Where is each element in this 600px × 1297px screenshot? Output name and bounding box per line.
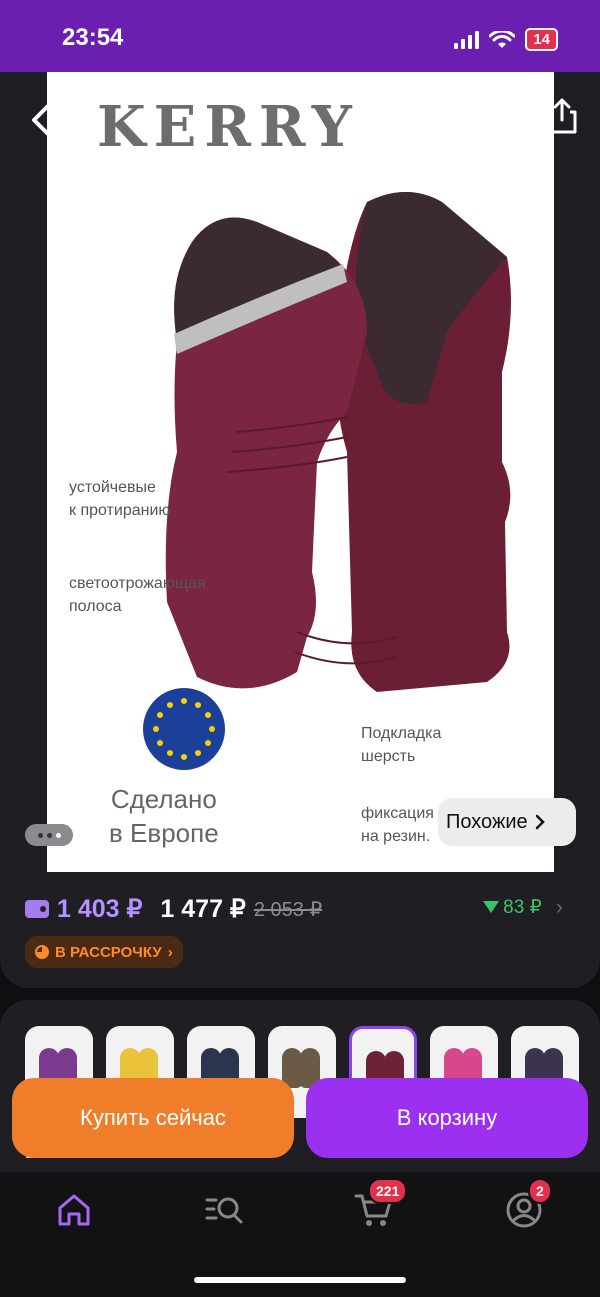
image-pagination-dots[interactable] bbox=[25, 824, 73, 846]
catalog-search-icon[interactable] bbox=[202, 1188, 246, 1232]
cart-nav[interactable]: 221 bbox=[352, 1178, 408, 1232]
profile-nav[interactable]: 2 bbox=[502, 1178, 552, 1232]
status-icons: 14 bbox=[454, 28, 558, 51]
old-price: 2 053 ₽ bbox=[253, 898, 323, 921]
wallet-icon bbox=[25, 900, 49, 918]
cart-badge: 221 bbox=[368, 1178, 408, 1204]
status-time: 23:54 bbox=[62, 24, 124, 51]
favorite-heart-icon[interactable] bbox=[466, 100, 504, 136]
home-indicator bbox=[194, 1277, 406, 1283]
share-icon[interactable] bbox=[544, 96, 580, 136]
wifi-icon bbox=[489, 30, 516, 48]
installment-label: В РАССРОЧКУ bbox=[55, 943, 162, 961]
cellular-signal-icon bbox=[454, 30, 480, 49]
profile-badge: 2 bbox=[528, 1178, 552, 1204]
made-in-europe-text: Сделано в Европе bbox=[109, 784, 219, 848]
battery-indicator: 14 bbox=[525, 28, 558, 51]
feature-text-wear: устойчевые к протиранию bbox=[69, 479, 171, 519]
installment-button[interactable]: В РАССРОЧКУ › bbox=[25, 936, 183, 968]
price-row: 1 403 ₽ 1 477 ₽ 2 053 ₽ 83 ₽ › bbox=[25, 894, 575, 924]
pie-chart-icon bbox=[35, 945, 49, 959]
buy-now-button[interactable]: Купить сейчас bbox=[12, 1078, 294, 1158]
down-triangle-icon bbox=[483, 901, 500, 913]
back-arrow-icon[interactable] bbox=[22, 98, 62, 142]
mittens-illustration bbox=[165, 192, 511, 692]
current-price: 1 477 ₽ bbox=[160, 895, 246, 923]
feature-text-reflective: светоотрожающая полоса bbox=[69, 575, 206, 615]
cashback[interactable]: 83 ₽ › bbox=[483, 894, 563, 920]
eu-flag-icon bbox=[143, 688, 225, 770]
cashback-value: 83 ₽ bbox=[503, 896, 542, 918]
chevron-right-icon: › bbox=[555, 894, 563, 919]
similar-products-label: Похожие bbox=[446, 810, 528, 833]
home-icon[interactable] bbox=[52, 1188, 96, 1232]
feature-text-lining: Подкладка шерсть bbox=[361, 725, 442, 765]
similar-products-button[interactable]: Похожие bbox=[438, 798, 576, 846]
feature-text-fixation: фиксация на резин. bbox=[361, 805, 434, 845]
chevron-right-icon bbox=[535, 814, 545, 830]
chevron-right-icon: › bbox=[167, 943, 173, 961]
product-image[interactable]: KERRY устойчевые к протиранию светоотрож… bbox=[47, 72, 554, 872]
wallet-price: 1 403 ₽ bbox=[57, 895, 143, 923]
add-to-cart-button[interactable]: В корзину bbox=[306, 1078, 588, 1158]
status-bar: 23:54 14 bbox=[0, 0, 600, 72]
product-card: KERRY устойчевые к протиранию светоотрож… bbox=[0, 72, 600, 988]
